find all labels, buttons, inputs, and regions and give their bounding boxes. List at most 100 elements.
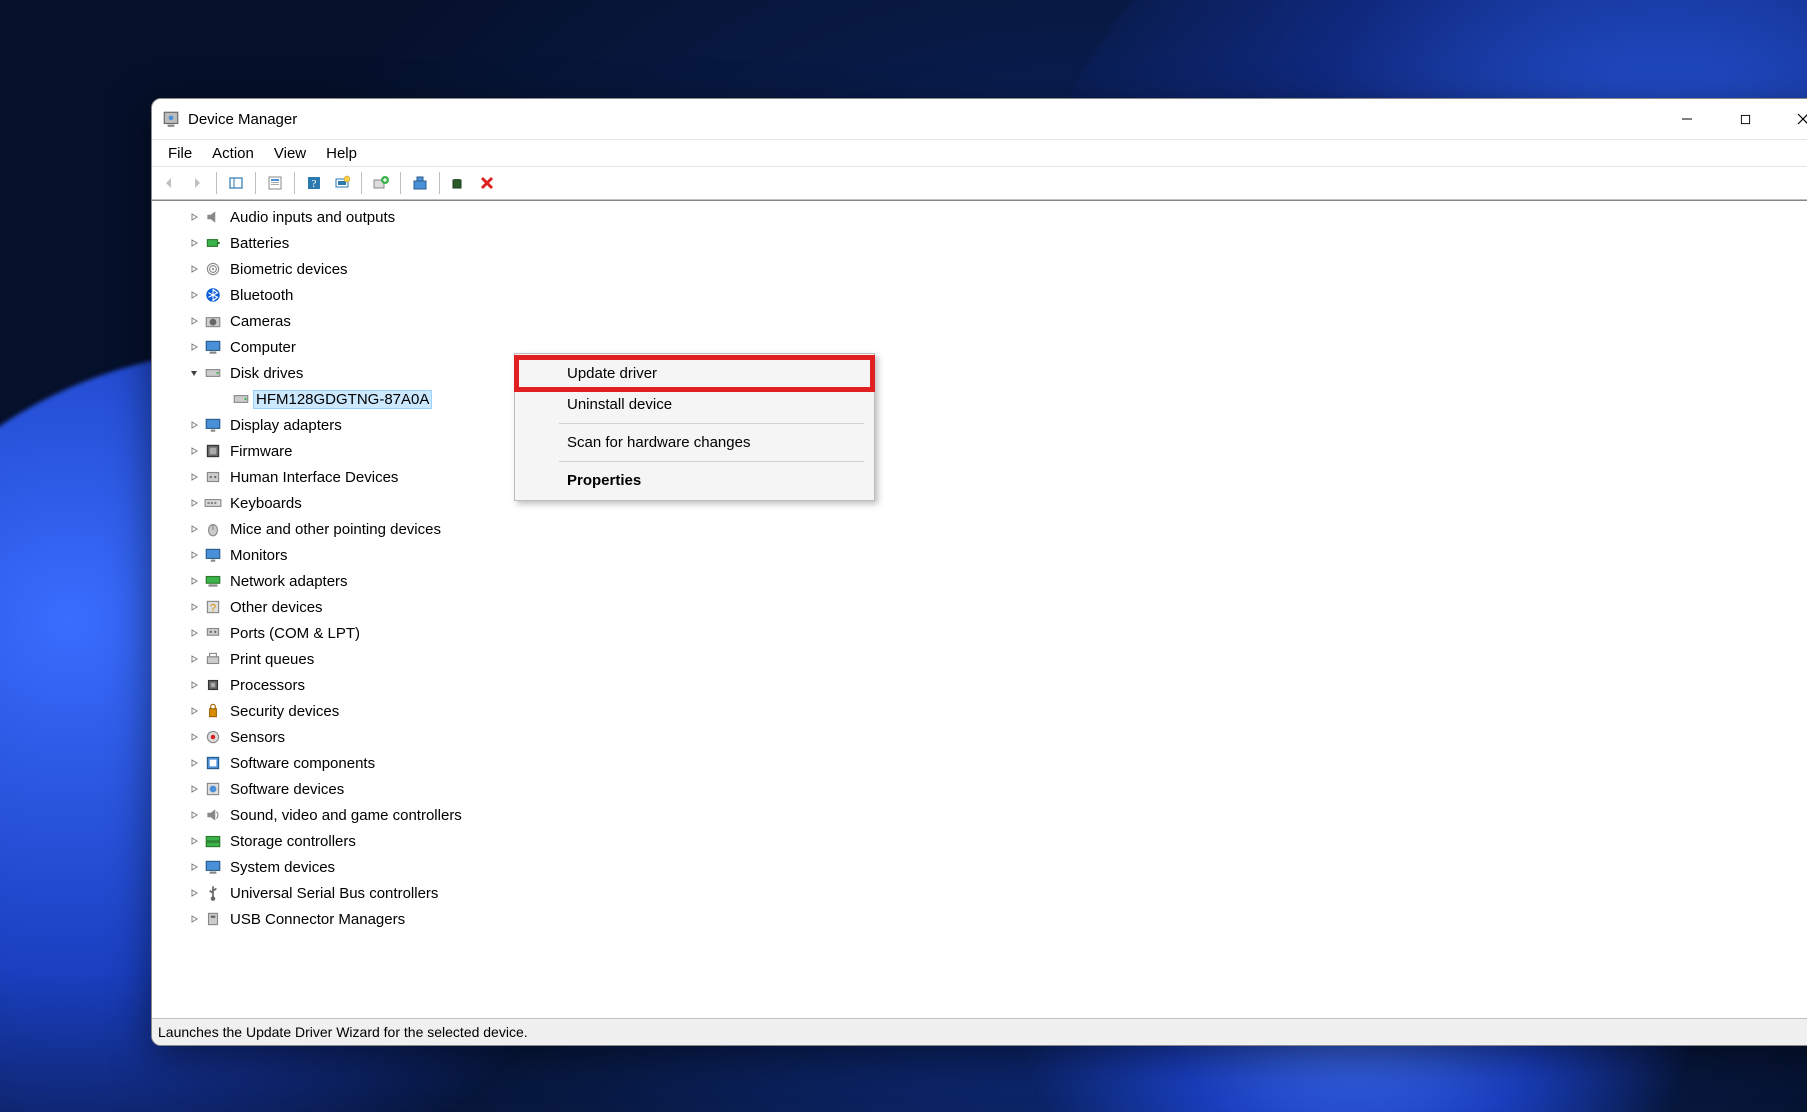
expand-icon[interactable] <box>186 339 202 355</box>
tree-node-cpu[interactable]: Processors <box>152 672 1807 698</box>
expand-icon[interactable] <box>186 625 202 641</box>
tree-node-mouse[interactable]: Mice and other pointing devices <box>152 516 1807 542</box>
tree-node-ports[interactable]: Ports (COM & LPT) <box>152 620 1807 646</box>
expand-icon[interactable] <box>186 261 202 277</box>
tree-node-camera[interactable]: Cameras <box>152 308 1807 334</box>
scan-hardware-button[interactable] <box>329 170 355 196</box>
tree-node-printer[interactable]: Print queues <box>152 646 1807 672</box>
tree-node-disk[interactable]: HFM128GDGTNG-87A0A <box>152 386 1807 412</box>
tree-node-sound[interactable]: Sound, video and game controllers <box>152 802 1807 828</box>
tree-node-storage[interactable]: Storage controllers <box>152 828 1807 854</box>
disk-icon <box>204 364 222 382</box>
disable-device-button[interactable] <box>474 170 500 196</box>
toolbar: ? <box>152 167 1807 200</box>
tree-node-security[interactable]: Security devices <box>152 698 1807 724</box>
close-button[interactable] <box>1774 99 1807 139</box>
tree-node-computer[interactable]: Computer <box>152 334 1807 360</box>
svg-text:?: ? <box>312 178 317 190</box>
menu-view[interactable]: View <box>264 143 316 164</box>
tree-node-fingerprint[interactable]: Biometric devices <box>152 256 1807 282</box>
ctx-properties[interactable]: Properties <box>517 465 872 496</box>
expand-icon[interactable] <box>186 521 202 537</box>
tree-node-usb[interactable]: Universal Serial Bus controllers <box>152 880 1807 906</box>
maximize-button[interactable] <box>1716 99 1774 139</box>
ctx-scan-hardware[interactable]: Scan for hardware changes <box>517 427 872 458</box>
expand-icon[interactable] <box>186 209 202 225</box>
usb-icon <box>204 884 222 902</box>
tree-node-other[interactable]: ?Other devices <box>152 594 1807 620</box>
toolbar-separator <box>361 172 362 194</box>
tree-node-usbconn[interactable]: USB Connector Managers <box>152 906 1807 932</box>
expand-icon[interactable] <box>186 417 202 433</box>
expand-icon[interactable] <box>186 885 202 901</box>
tree-node-label: Software devices <box>228 781 346 798</box>
tree-node-network[interactable]: Network adapters <box>152 568 1807 594</box>
expand-icon[interactable] <box>186 859 202 875</box>
device-tree[interactable]: Audio inputs and outputsBatteries Biometr… <box>152 201 1807 1018</box>
expand-icon[interactable] <box>186 807 202 823</box>
disk-icon <box>232 390 250 408</box>
system-icon <box>204 858 222 876</box>
tree-node-label: Network adapters <box>228 573 350 590</box>
help-button[interactable]: ? <box>301 170 327 196</box>
network-icon <box>204 572 222 590</box>
expand-icon[interactable] <box>186 911 202 927</box>
update-driver-button[interactable] <box>368 170 394 196</box>
tree-node-label: Biometric devices <box>228 261 350 278</box>
ctx-update-driver[interactable]: Update driver <box>517 358 872 389</box>
menu-file[interactable]: File <box>158 143 202 164</box>
expand-icon[interactable] <box>186 443 202 459</box>
titlebar[interactable]: Device Manager <box>152 99 1807 139</box>
tree-node-swdev[interactable]: Software devices <box>152 776 1807 802</box>
tree-node-label: Software components <box>228 755 377 772</box>
tree-node-battery[interactable]: Batteries <box>152 230 1807 256</box>
tree-node-keyboard[interactable]: Keyboards <box>152 490 1807 516</box>
mouse-icon <box>204 520 222 538</box>
expand-icon[interactable] <box>186 651 202 667</box>
monitor-icon <box>204 546 222 564</box>
menu-help[interactable]: Help <box>316 143 367 164</box>
back-button[interactable] <box>156 170 182 196</box>
expand-icon[interactable] <box>186 833 202 849</box>
tree-node-system[interactable]: System devices <box>152 854 1807 880</box>
menubar: File Action View Help <box>152 139 1807 167</box>
tree-node-swcomp[interactable]: Software components <box>152 750 1807 776</box>
usbconn-icon <box>204 910 222 928</box>
ctx-uninstall-device[interactable]: Uninstall device <box>517 389 872 420</box>
tree-node-label: Human Interface Devices <box>228 469 400 486</box>
forward-button[interactable] <box>184 170 210 196</box>
show-hide-console-button[interactable] <box>223 170 249 196</box>
expand-icon[interactable] <box>186 781 202 797</box>
tree-node-disk[interactable]: Disk drives <box>152 360 1807 386</box>
expand-icon[interactable] <box>186 469 202 485</box>
collapse-icon[interactable] <box>186 365 202 381</box>
menu-action[interactable]: Action <box>202 143 264 164</box>
tree-node-label: Universal Serial Bus controllers <box>228 885 440 902</box>
tree-node-sensor[interactable]: Sensors <box>152 724 1807 750</box>
expand-icon[interactable] <box>186 235 202 251</box>
tree-node-label: Computer <box>228 339 298 356</box>
printer-icon <box>204 650 222 668</box>
tree-node-speaker[interactable]: Audio inputs and outputs <box>152 204 1807 230</box>
enable-device-button[interactable] <box>407 170 433 196</box>
tree-node-bluetooth[interactable]: Bluetooth <box>152 282 1807 308</box>
expand-icon[interactable] <box>186 573 202 589</box>
minimize-button[interactable] <box>1658 99 1716 139</box>
tree-node-display[interactable]: Display adapters <box>152 412 1807 438</box>
expand-icon[interactable] <box>186 703 202 719</box>
expand-icon[interactable] <box>186 313 202 329</box>
expand-icon[interactable] <box>186 729 202 745</box>
uninstall-device-button[interactable] <box>446 170 472 196</box>
toolbar-separator <box>294 172 295 194</box>
expand-icon[interactable] <box>186 599 202 615</box>
expand-icon[interactable] <box>186 287 202 303</box>
expand-icon[interactable] <box>186 755 202 771</box>
properties-button[interactable] <box>262 170 288 196</box>
expand-icon[interactable] <box>214 391 230 407</box>
expand-icon[interactable] <box>186 547 202 563</box>
tree-node-firmware[interactable]: Firmware <box>152 438 1807 464</box>
expand-icon[interactable] <box>186 677 202 693</box>
tree-node-monitor[interactable]: Monitors <box>152 542 1807 568</box>
tree-node-hid[interactable]: Human Interface Devices <box>152 464 1807 490</box>
expand-icon[interactable] <box>186 495 202 511</box>
